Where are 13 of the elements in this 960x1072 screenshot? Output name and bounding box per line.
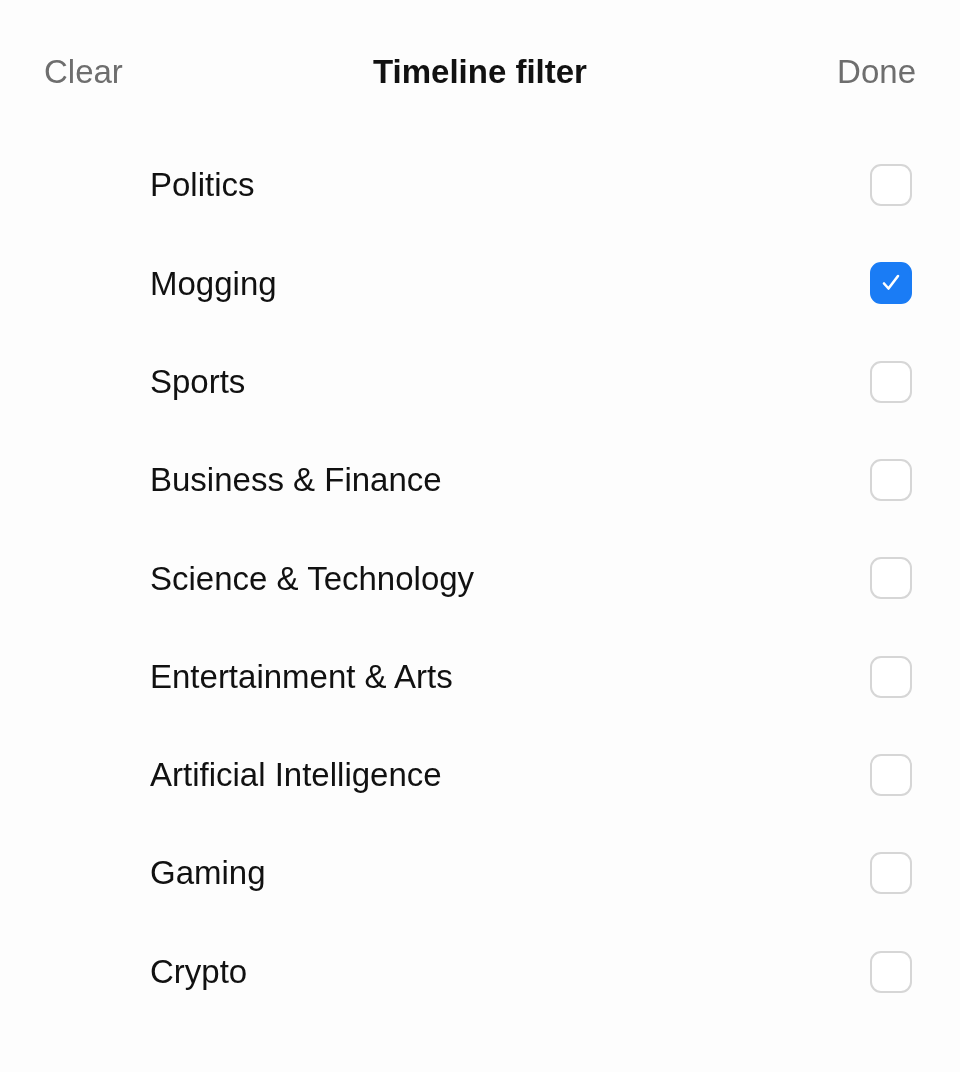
topic-label: Science & Technology — [150, 558, 475, 599]
done-button[interactable]: Done — [837, 53, 916, 91]
topic-label: Crypto — [150, 951, 248, 992]
screen-title: Timeline filter — [373, 53, 587, 91]
topic-label: Entertainment & Arts — [150, 656, 453, 697]
topic-label: Mogging — [150, 263, 277, 304]
topic-label: Business & Finance — [150, 460, 442, 500]
clear-button[interactable]: Clear — [44, 53, 123, 91]
topic-label: Artificial Intelligence — [150, 755, 442, 795]
topic-label: Politics — [150, 165, 255, 205]
topic-label: Sports — [150, 361, 246, 402]
topic-label: Gaming — [150, 853, 266, 893]
topic-checkbox[interactable] — [870, 262, 912, 305]
